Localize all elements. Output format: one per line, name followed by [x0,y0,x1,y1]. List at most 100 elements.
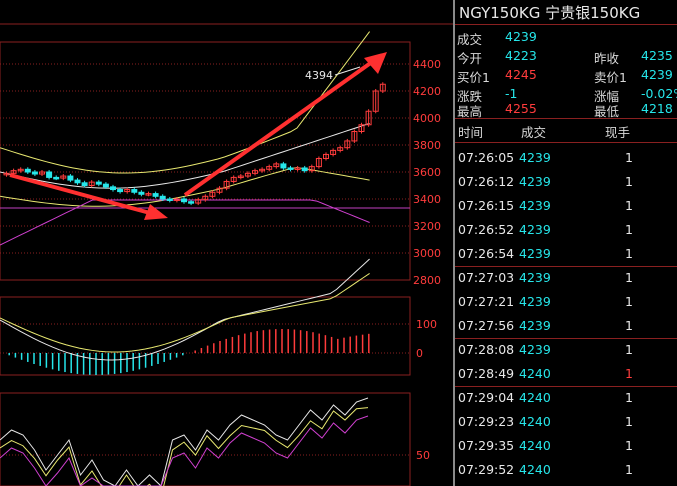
tick-time: 07:27:56 [458,318,515,333]
tick-volume: 1 [625,318,633,333]
kline-chart-area[interactable]: 4400 4200 4000 3800 3600 3400 3200 3000 2800 100… [0,0,453,486]
tick-price: 4239 [519,318,551,333]
candle-body [188,201,195,204]
change-pct-value: -0.02% [641,86,677,101]
candle-body [166,198,173,201]
candle-body [181,198,187,203]
macd-axis-label: 0 [416,347,423,360]
tick-time: 07:27:21 [458,294,515,309]
tick-row[interactable]: 07:26:52 4239 1 [455,218,677,242]
volume-label: 成交 [457,32,483,47]
candle-body [301,167,308,172]
open-label: 今开 [457,51,483,66]
tick-time: 07:27:03 [458,270,515,285]
candle-body [117,189,124,193]
tick-price: 4240 [519,462,551,477]
price-axis: 4400 4200 4000 3800 3600 3400 3200 3000 2800 [413,58,441,287]
candle-body [138,191,145,195]
kdj-axis: 50 [416,449,430,462]
price-axis-label: 3000 [413,247,441,260]
price-axis-label: 2800 [413,274,441,287]
candle-body [102,183,109,188]
candle-body [67,175,74,181]
tick-row[interactable]: 07:28:08 4239 1 [455,338,677,362]
tick-time: 07:28:08 [458,342,515,357]
tick-row[interactable]: 07:28:49 4240 1 [455,362,677,386]
tick-volume: 1 [625,390,633,405]
ask-value: 4239 [641,67,673,82]
tick-volume: 1 [625,246,633,261]
tick-row[interactable]: 07:27:03 4239 1 [455,266,677,290]
ticks-header-volume: 现手 [605,125,631,140]
tick-time: 07:29:35 [458,438,515,453]
tick-volume: 1 [625,414,633,429]
candle-body [31,171,38,175]
tick-volume: 1 [625,222,633,237]
tick-price: 4239 [519,222,551,237]
macd-panel-frame [0,296,411,376]
change-value: -1 [505,86,518,101]
kline-chart[interactable]: 4400 4200 4000 3800 3600 3400 3200 3000 2800 100… [0,0,453,486]
tick-price: 4239 [519,342,551,357]
tick-row[interactable]: 07:27:56 4239 1 [455,314,677,338]
tick-price: 4240 [519,390,551,405]
tick-time: 07:29:04 [458,390,515,405]
tick-volume: 1 [625,462,633,477]
tick-time: 07:26:15 [458,198,515,213]
tick-volume: 1 [625,438,633,453]
price-axis-label: 3800 [413,139,441,152]
tick-price: 4239 [519,294,551,309]
candle-body [24,168,31,173]
kdj-j-line [0,415,369,486]
tick-price: 4239 [519,270,551,285]
instrument-title: NGY150KG 宁贵银150KG [459,4,641,22]
candle-body [95,181,102,185]
quote-panel: NGY150KG 宁贵银150KG 成交 4239 今开 4223 昨收 423… [453,0,677,486]
tick-volume: 1 [625,150,633,165]
tick-price: 4239 [519,198,551,213]
tick-row[interactable]: 07:29:52 4240 1 [455,458,677,482]
price-axis-label: 3600 [413,166,441,179]
tick-row[interactable]: 07:26:54 4239 1 [455,242,677,266]
candle-body [287,167,294,170]
volume-value: 4239 [505,29,537,44]
candle-body [131,189,138,193]
title-divider [455,24,677,25]
tick-price: 4240 [519,438,551,453]
tick-row[interactable]: 07:26:15 4239 1 [455,194,677,218]
tick-row[interactable]: 07:29:23 4240 1 [455,410,677,434]
tick-row[interactable]: 07:29:04 4240 1 [455,386,677,410]
tick-time: 07:26:52 [458,222,515,237]
tick-time: 07:29:52 [458,462,515,477]
price-axis-label: 3400 [413,193,441,206]
tick-time: 07:26:12 [458,174,515,189]
ticks-header-price: 成交 [521,125,547,140]
kdj-axis-label: 50 [416,449,430,462]
price-axis-label: 4400 [413,58,441,71]
tick-volume: 1 [625,198,633,213]
tick-row[interactable]: 07:26:12 4239 1 [455,170,677,194]
candle-body [81,182,88,187]
open-value: 4223 [505,48,537,63]
tick-row[interactable]: 07:27:21 4239 1 [455,290,677,314]
tick-row[interactable]: 07:26:05 4239 1 [455,146,677,170]
candle-body [74,179,81,184]
tick-time: 07:26:54 [458,246,515,261]
tick-time: 07:29:23 [458,414,515,429]
tick-volume: 1 [625,174,633,189]
ticks-header-divider [455,142,677,143]
candle-body [152,193,159,197]
tick-volume: 1 [625,366,633,381]
candle-body [53,176,60,180]
price-grid [0,63,410,456]
quote-divider [455,118,677,119]
tick-row[interactable]: 07:29:35 4240 1 [455,434,677,458]
tick-price: 4240 [519,414,551,429]
price-axis-label: 4000 [413,112,441,125]
price-axis-label: 4200 [413,85,441,98]
candle-body [110,186,116,191]
ma-magenta-line [0,199,370,246]
trend-arrow-up [183,52,387,197]
tick-volume: 1 [625,294,633,309]
tick-time: 07:28:49 [458,366,515,381]
